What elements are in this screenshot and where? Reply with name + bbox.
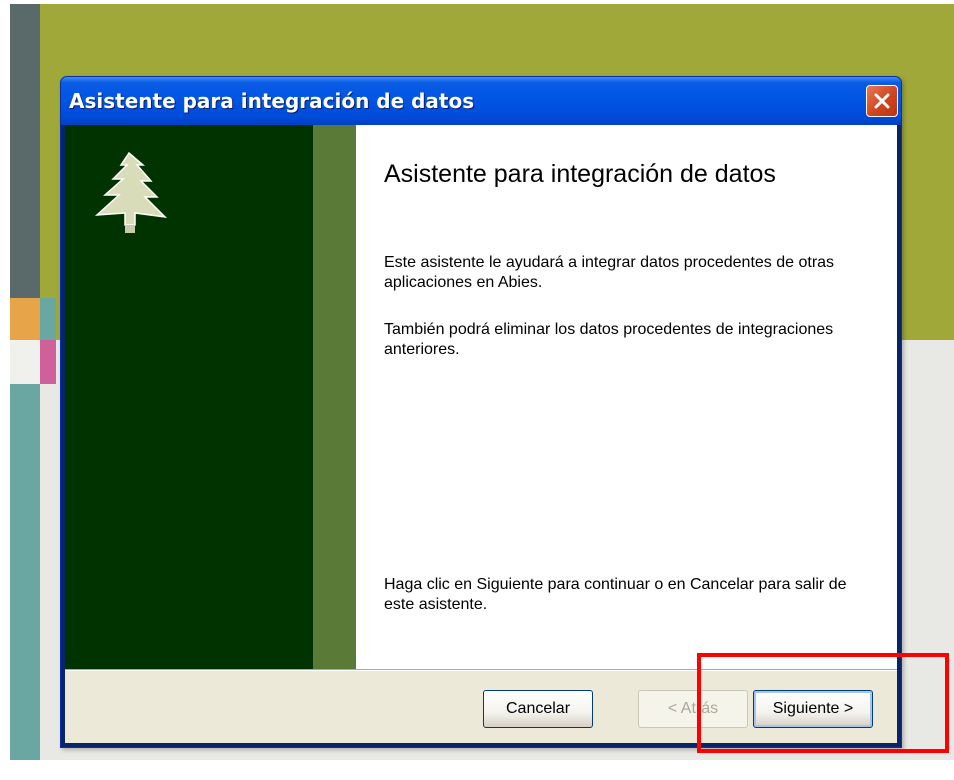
highlight-box xyxy=(697,653,949,753)
wizard-body: Asistente para integración de datos Este… xyxy=(65,125,897,743)
page-title: Asistente para integración de datos xyxy=(384,160,776,188)
window-title: Asistente para integración de datos xyxy=(69,89,475,113)
wizard-sidebar-strip xyxy=(313,125,356,669)
title-bar[interactable]: Asistente para integración de datos xyxy=(61,77,901,125)
instructions-text: Haga clic en Siguiente para continuar o … xyxy=(384,576,847,613)
wizard-sidebar xyxy=(65,125,313,669)
background-bottom xyxy=(0,760,954,780)
close-icon xyxy=(874,93,890,109)
wizard-content: Asistente para integración de datos Este… xyxy=(356,125,897,669)
wizard-window: Asistente para integración de datos Asis… xyxy=(60,76,902,748)
close-button[interactable] xyxy=(866,85,898,117)
cancel-button[interactable]: Cancelar xyxy=(483,690,593,728)
background-left-white xyxy=(10,340,40,384)
background-left-orange xyxy=(10,298,40,340)
background-left-gray xyxy=(10,4,40,298)
fir-tree-icon xyxy=(94,151,168,233)
delete-info-text: También podrá eliminar los datos procede… xyxy=(384,321,834,358)
background-pink-block xyxy=(40,340,56,384)
background-left-teal xyxy=(10,384,40,760)
background-teal-block xyxy=(40,298,56,340)
intro-text: Este asistente le ayudará a integrar dat… xyxy=(384,254,835,291)
